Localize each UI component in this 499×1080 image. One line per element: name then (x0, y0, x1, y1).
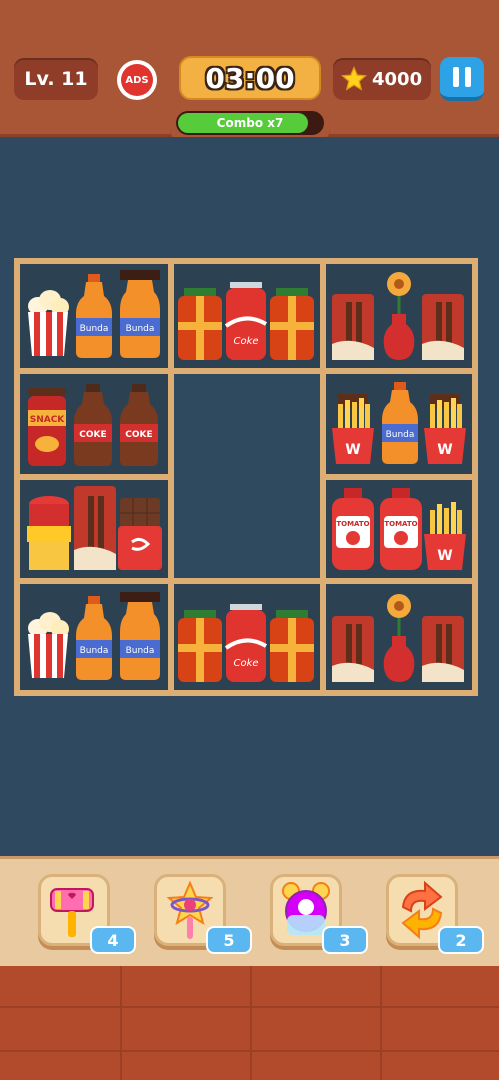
coin-amount: 4000 (372, 68, 423, 90)
tomato-label: TOMATO (384, 520, 417, 528)
chocolate-pack-item[interactable] (422, 616, 464, 682)
magic-wand-count-badge: 5 (206, 926, 252, 954)
tomato-sauce-item[interactable]: TOMATO (378, 488, 424, 570)
combo-bar: Combo x7 (176, 111, 324, 135)
shelf-cell-3-1[interactable] (14, 474, 174, 584)
shelf-cell-1-3[interactable] (320, 258, 478, 374)
timer: 03:00 (179, 56, 321, 100)
chocolate-pack-item[interactable] (74, 486, 116, 570)
fries-item[interactable]: W (330, 394, 376, 464)
floor-tile-line (250, 966, 252, 1080)
star-icon (341, 66, 367, 91)
gift-box-item[interactable] (178, 610, 222, 682)
fries-item[interactable]: W (422, 500, 468, 570)
bunda-label: Bunda (80, 646, 109, 656)
floor-tile-line (120, 966, 122, 1080)
snack-label: SNACK (30, 415, 66, 425)
cola-bottle-item[interactable]: COKE (118, 384, 160, 466)
chocolate-pack-item[interactable] (332, 294, 374, 360)
ads-button[interactable]: ADS (117, 60, 157, 100)
chocolate-bar-item[interactable] (118, 498, 162, 570)
bunda-label: Bunda (386, 430, 415, 440)
combo-label: Combo x7 (216, 116, 284, 130)
coke-label: COKE (79, 430, 106, 440)
w-label: W (437, 442, 452, 458)
floor-tile-line (380, 966, 382, 1080)
alarm-clock-count-badge: 3 (322, 926, 368, 954)
shelf-cell-4-3[interactable] (320, 578, 478, 696)
chocolate-pack-item[interactable] (422, 294, 464, 360)
shelf-cell-4-1[interactable]: Bunda Bunda (14, 578, 174, 696)
bunda-label: Bunda (126, 646, 155, 656)
pause-icon (453, 67, 459, 87)
level-indicator: Lv. 11 (14, 58, 98, 100)
hammer-count-badge: 4 (90, 926, 136, 954)
gift-box-item[interactable] (270, 610, 314, 682)
pause-button[interactable] (440, 57, 484, 101)
shelf-cell-2-1[interactable]: SNACK COKE COKE (14, 368, 174, 480)
chocolate-pack-item[interactable] (332, 616, 374, 682)
shelf-cell-3-3[interactable]: TOMATO TOMATO W (320, 474, 478, 584)
orange-soda-bottle-item[interactable]: Bunda (118, 270, 162, 358)
tomato-label: TOMATO (336, 520, 369, 528)
coke-can-item[interactable]: Coke (224, 604, 268, 682)
orange-soda-bottle-item[interactable]: Bunda (74, 274, 114, 358)
bunda-label: Bunda (80, 324, 109, 334)
coke-can-item[interactable]: Coke (224, 282, 268, 360)
floor-background (0, 966, 499, 1080)
coke-label: COKE (125, 430, 152, 440)
cake-item[interactable] (26, 494, 72, 570)
flower-vase-item[interactable] (380, 270, 418, 360)
popcorn-item[interactable] (24, 610, 72, 680)
w-label: W (437, 548, 452, 564)
orange-soda-bottle-item[interactable]: Bunda (380, 382, 420, 464)
flower-vase-item[interactable] (380, 592, 418, 682)
shelf-cell-1-1[interactable]: Bunda Bunda (14, 258, 174, 374)
shelf-cell-1-2[interactable]: Coke (168, 258, 326, 374)
gift-box-item[interactable] (270, 288, 314, 360)
gift-box-item[interactable] (178, 288, 222, 360)
coke-can-label: Coke (233, 658, 258, 669)
tomato-sauce-item[interactable]: TOMATO (330, 488, 376, 570)
fries-item[interactable]: W (422, 394, 468, 464)
cola-bottle-item[interactable]: COKE (72, 384, 114, 466)
orange-soda-bottle-item[interactable]: Bunda (74, 596, 114, 680)
bunda-label: Bunda (126, 324, 155, 334)
orange-soda-bottle-item[interactable]: Bunda (118, 592, 162, 680)
coke-can-label: Coke (233, 336, 258, 347)
w-label: W (345, 442, 360, 458)
shelf-cell-2-3[interactable]: W Bunda W (320, 368, 478, 480)
coin-counter: 4000 (333, 58, 431, 100)
ads-icon: ADS (121, 64, 153, 96)
shelf-cell-4-2[interactable]: Coke (168, 578, 326, 696)
shuffle-count-badge: 2 (438, 926, 484, 954)
empty-shelf-cell[interactable] (168, 368, 326, 584)
snack-can-item[interactable]: SNACK (26, 388, 68, 466)
pause-icon-bar (465, 67, 471, 87)
shelf-grid: Bunda Bunda Coke SNACK COKE COKE W Bunda… (14, 258, 478, 696)
popcorn-item[interactable] (24, 288, 72, 358)
